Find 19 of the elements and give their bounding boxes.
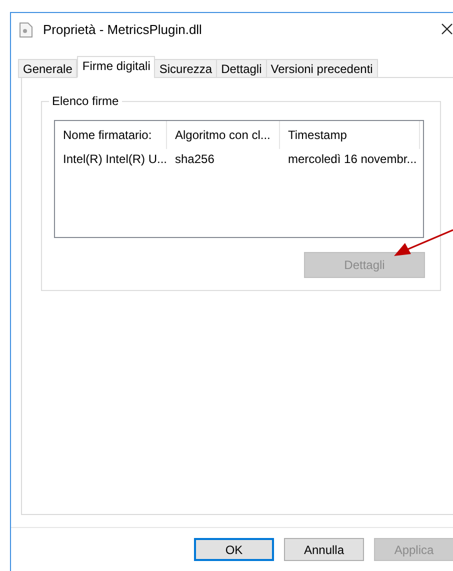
file-icon [19, 22, 33, 38]
table-cell-text: mercoledì 16 novembr... [287, 151, 418, 168]
dialog-button[interactable]: Annulla [284, 538, 364, 561]
tab[interactable]: Dettagli [216, 59, 267, 78]
column-header[interactable]: Algoritmo con cl... [167, 121, 280, 149]
tab[interactable]: Sicurezza [154, 59, 218, 78]
group-title: Elenco firme [49, 94, 122, 108]
tab[interactable]: Generale [18, 59, 78, 78]
tab[interactable]: Firme digitali [77, 56, 156, 78]
column-header[interactable]: Nome firmatario: [55, 121, 167, 149]
close-icon[interactable] [441, 23, 453, 35]
signature-row[interactable]: Intel(R) Intel(R) U... sha256 mercoledì 16 novembr... [55, 149, 423, 169]
table-cell-text: Intel(R) Intel(R) U... [62, 151, 167, 168]
dialog-button[interactable]: OK [194, 538, 274, 561]
annotation-arrow [392, 228, 453, 258]
window-title: Proprietà - MetricsPlugin.dll [43, 21, 202, 40]
table-cell-text: sha256 [174, 151, 216, 168]
tab[interactable]: Versioni precedenti [266, 59, 378, 78]
column-header[interactable]: Timestamp [280, 121, 420, 149]
